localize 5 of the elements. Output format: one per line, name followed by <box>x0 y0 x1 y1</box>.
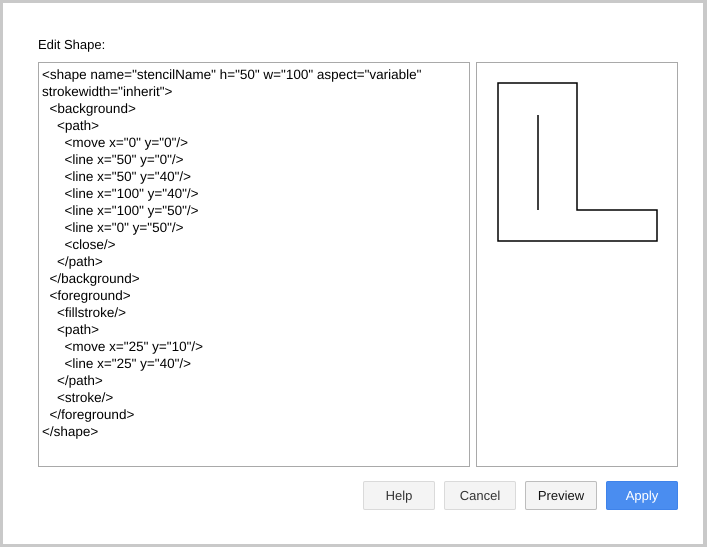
code-editor[interactable]: <shape name="stencilName" h="50" w="100" aspect="variable" strokewidth="inherit"> <background> <path> <move x="0" y="0"/> <line x="50" y="0"/> <line x="50" y="40"/> <line x="100" y="40"/> <line x="100" y="50"/> <line x="0" y="50"/> <close/> </path> </background> <foreground> <fillstroke/> <path> <move x="25" y="10"/> <line x="25" y="40"/> </path> <stroke/> </foreground> </shape> <box>38 62 470 467</box>
dialog-label: Edit Shape: <box>38 37 106 54</box>
dialog-button[interactable]: Preview <box>525 481 597 510</box>
dialog-button[interactable]: Cancel <box>444 481 516 510</box>
dialog-button[interactable]: Help <box>363 481 435 510</box>
